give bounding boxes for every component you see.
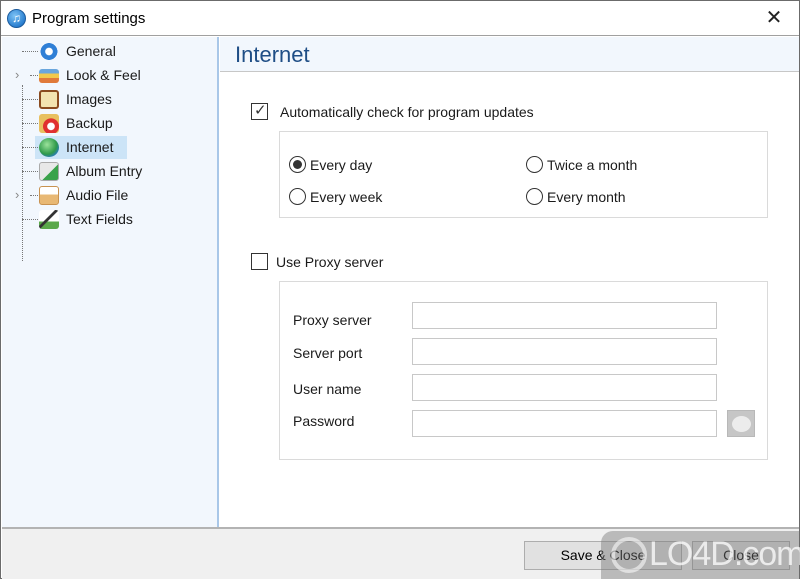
panel-title: Internet xyxy=(235,42,310,67)
settings-panel: Internet ✓ Automatically check for progr… xyxy=(220,37,799,527)
user-name-input[interactable] xyxy=(412,374,717,401)
panel-header: Internet xyxy=(220,37,799,72)
radio-label-every-week: Every week xyxy=(310,189,383,205)
password-input[interactable] xyxy=(412,410,717,437)
tree-connector xyxy=(22,123,38,124)
chevron-right-icon[interactable]: › xyxy=(15,187,19,202)
backup-lifebuoy-icon xyxy=(39,114,59,133)
close-window-button[interactable]: ✕ xyxy=(763,7,785,29)
text-fields-icon xyxy=(39,210,59,229)
tree-connector xyxy=(22,99,38,100)
sidebar-item-label: Album Entry xyxy=(66,163,143,179)
show-password-button[interactable] xyxy=(727,410,755,437)
images-stack-icon xyxy=(39,90,59,109)
password-label: Password xyxy=(293,413,355,429)
radio-every-month[interactable] xyxy=(526,188,543,205)
proxy-server-input[interactable] xyxy=(412,302,717,329)
window-title: Program settings xyxy=(32,10,146,27)
sidebar-item-label: Audio File xyxy=(66,187,129,203)
sidebar-item-label: Images xyxy=(66,91,112,107)
title-bar: ♫ Program settings ✕ xyxy=(1,1,799,36)
sidebar-item-internet[interactable]: Internet xyxy=(2,136,212,159)
sidebar-item-label: Look & Feel xyxy=(66,67,141,83)
radio-selected-dot xyxy=(293,160,302,169)
sidebar-item-label: Backup xyxy=(66,115,113,131)
sidebar-item-text-fields[interactable]: Text Fields xyxy=(2,208,212,230)
proxy-settings-group: Proxy server Server port User name Passw… xyxy=(279,281,768,460)
sidebar-item-images[interactable]: Images xyxy=(2,88,212,110)
chevron-right-icon[interactable]: › xyxy=(15,67,19,82)
sidebar-item-audio-file[interactable]: › Audio File xyxy=(2,184,212,206)
auto-update-checkbox[interactable]: ✓ xyxy=(251,102,268,120)
tree-connector xyxy=(22,171,38,172)
update-frequency-group: Every day Twice a month Every week Every… xyxy=(279,131,768,218)
eye-icon xyxy=(732,416,751,432)
music-note-icon: ♫ xyxy=(7,9,26,28)
tree-connector xyxy=(30,195,38,196)
sidebar-item-backup[interactable]: Backup xyxy=(2,112,212,134)
auto-update-label: Automatically check for program updates xyxy=(280,104,534,120)
sidebar-item-label: Internet xyxy=(66,139,114,155)
globe-network-icon xyxy=(39,138,59,157)
proxy-server-label: Proxy server xyxy=(293,312,372,328)
checkmark-icon: ✓ xyxy=(254,102,267,119)
audio-folder-icon xyxy=(39,186,59,205)
tree-connector xyxy=(30,75,38,76)
radio-label-every-day: Every day xyxy=(310,157,373,173)
user-name-label: User name xyxy=(293,381,362,397)
database-arrow-icon xyxy=(39,162,59,181)
tree-connector xyxy=(22,219,38,220)
radio-twice-a-month[interactable] xyxy=(526,156,543,173)
server-port-input[interactable] xyxy=(412,338,717,365)
gear-icon xyxy=(39,42,59,61)
radio-label-every-month: Every month xyxy=(547,189,626,205)
radio-every-week[interactable] xyxy=(289,188,306,205)
sidebar-item-label: Text Fields xyxy=(66,211,133,227)
palette-layers-icon xyxy=(39,69,59,83)
use-proxy-label: Use Proxy server xyxy=(276,254,384,270)
watermark-ring-icon xyxy=(611,537,647,573)
radio-label-twice-a-month: Twice a month xyxy=(547,157,638,173)
sidebar-item-general[interactable]: General xyxy=(2,40,212,62)
tree-connector xyxy=(22,147,38,148)
tree-connector xyxy=(22,51,38,52)
sidebar-item-album-entry[interactable]: Album Entry xyxy=(2,160,212,182)
settings-tree: General › Look & Feel Images Backup Inte… xyxy=(2,37,219,527)
watermark-logo: LO4D.com xyxy=(601,531,800,579)
sidebar-item-label: General xyxy=(66,43,116,59)
sidebar-item-look-feel[interactable]: › Look & Feel xyxy=(2,64,212,86)
watermark-text: LO4D.com xyxy=(649,535,800,573)
use-proxy-checkbox[interactable] xyxy=(251,253,268,270)
radio-every-day[interactable] xyxy=(289,156,306,173)
settings-window: ♫ Program settings ✕ General › Look & Fe… xyxy=(0,0,800,579)
server-port-label: Server port xyxy=(293,345,363,361)
